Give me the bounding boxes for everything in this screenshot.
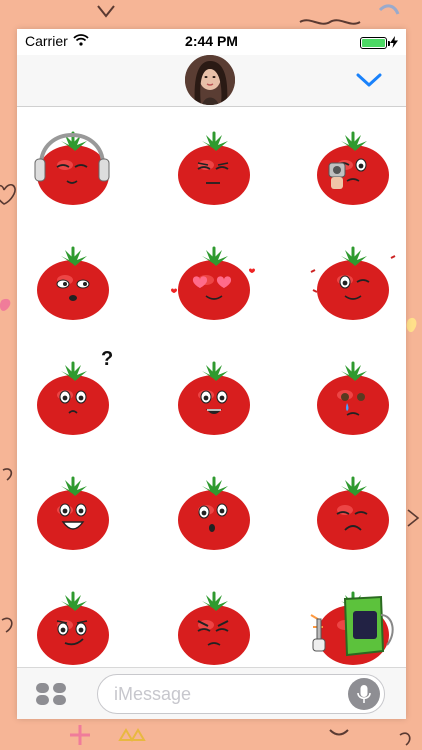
tomato-crying-sticker[interactable] — [307, 345, 397, 435]
tomato-sad-icon — [317, 476, 389, 550]
tomato-sad-sticker[interactable] — [307, 460, 397, 550]
tomato-thinking-sticker[interactable]: ? — [27, 345, 117, 435]
messages-window: Carrier 2:44 PM ? iMessage — [17, 29, 406, 719]
app-drawer-icon — [36, 683, 66, 705]
tomato-welder-icon — [310, 591, 394, 665]
tomato-heart-eyes-icon — [171, 246, 255, 320]
tomato-angry-sticker[interactable] — [168, 575, 258, 665]
tomato-smirk-sticker[interactable] — [27, 575, 117, 665]
tomato-happy-sticker[interactable] — [27, 460, 117, 550]
tomato-thinking-icon: ? — [37, 348, 113, 435]
conversation-header — [17, 55, 406, 107]
message-input[interactable]: iMessage — [97, 674, 385, 714]
microphone-button[interactable] — [348, 678, 380, 710]
contact-avatar[interactable] — [185, 55, 235, 105]
tomato-headphones-icon — [34, 131, 110, 205]
tomato-welder-sticker[interactable] — [307, 575, 397, 665]
battery-icon — [360, 37, 390, 49]
tomato-side-eye-sticker[interactable] — [27, 230, 117, 320]
chevron-down-icon — [356, 73, 382, 87]
tomato-confused-sticker[interactable] — [168, 460, 258, 550]
status-bar: Carrier 2:44 PM — [17, 29, 406, 55]
app-drawer-button[interactable] — [35, 682, 67, 706]
status-time: 2:44 PM — [185, 33, 238, 49]
tomato-gun-icon — [317, 131, 389, 205]
sticker-grid: ? — [17, 107, 406, 667]
message-composer: iMessage — [17, 667, 406, 719]
tomato-grin-sticker[interactable] — [168, 345, 258, 435]
tomato-crying-icon — [317, 361, 389, 435]
tomato-wink-sticker[interactable] — [307, 230, 397, 320]
tomato-grin-icon — [178, 361, 250, 435]
svg-text:?: ? — [101, 348, 113, 370]
tomato-angry-icon — [178, 591, 250, 665]
microphone-icon — [357, 685, 371, 703]
tomato-confused-icon — [178, 476, 250, 550]
tomato-side-eye-icon — [37, 246, 109, 320]
tomato-gun-sticker[interactable] — [307, 115, 397, 205]
tomato-neutral-sticker[interactable] — [168, 115, 258, 205]
tomato-smirk-icon — [37, 591, 109, 665]
tomato-headphones-sticker[interactable] — [27, 115, 117, 205]
tomato-happy-icon — [37, 476, 109, 550]
tomato-heart-eyes-sticker[interactable] — [168, 230, 258, 320]
battery-fill — [362, 39, 385, 47]
avatar-photo-icon — [185, 55, 235, 105]
charging-icon — [390, 35, 398, 51]
expand-button[interactable] — [356, 69, 382, 91]
tomato-wink-icon — [310, 246, 396, 320]
tomato-neutral-icon — [178, 131, 250, 205]
